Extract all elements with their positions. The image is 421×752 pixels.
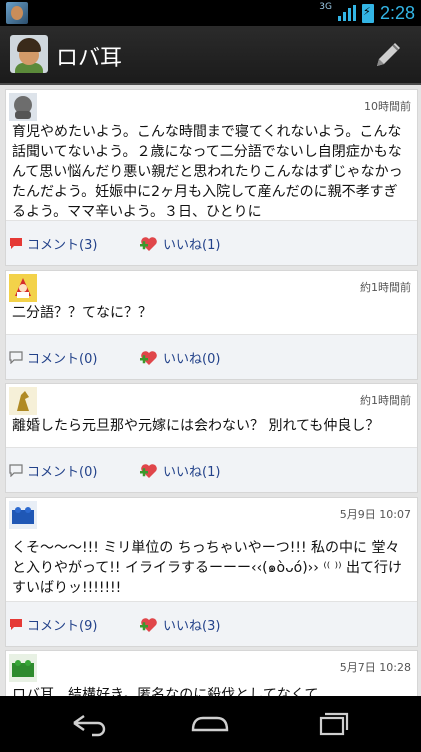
comment-red-icon bbox=[10, 238, 22, 249]
post-card[interactable]: 約1時間前 離婚したら元旦那や元嫁には会わない？ 別れても仲良し？ コメント(0… bbox=[5, 383, 418, 493]
like-button[interactable]: いいね(3) bbox=[139, 615, 220, 634]
status-clock: 2:28 bbox=[379, 2, 415, 23]
navigation-bar bbox=[0, 696, 421, 752]
notification-avatar-icon bbox=[6, 2, 28, 24]
heart-plus-icon bbox=[140, 463, 157, 478]
like-count: いいね(1) bbox=[163, 465, 221, 480]
heart-plus-icon bbox=[140, 350, 157, 365]
comment-button[interactable]: コメント(3) bbox=[9, 234, 97, 253]
recent-apps-icon[interactable] bbox=[309, 708, 355, 738]
like-button[interactable]: いいね(1) bbox=[139, 461, 220, 480]
heart-plus-icon bbox=[140, 236, 157, 251]
user-avatar-icon bbox=[9, 501, 37, 529]
like-count: いいね(1) bbox=[163, 238, 221, 253]
post-time: 5月9日 10:07 bbox=[339, 508, 411, 521]
comment-count: コメント(3) bbox=[27, 238, 98, 253]
like-button[interactable]: いいね(1) bbox=[139, 234, 220, 253]
post-card[interactable]: 約1時間前 二分語？？てなに？？ コメント(0) いいね(0) bbox=[5, 270, 418, 380]
network-type: 3G bbox=[319, 2, 332, 12]
post-card[interactable]: 5月7日 10:28 ロバ耳、結構好き。匿名なのに殺伐としてなくて bbox=[5, 650, 418, 696]
post-text: 育児やめたいよう。こんな時間まで寝てくれないよう。こんな話聞いてないよう。２歳に… bbox=[12, 124, 403, 220]
post-text: くそ〜〜〜!!! ミリ単位の ちっちゃいやーつ!!! 私の中に 堂々と入りやがっ… bbox=[12, 540, 402, 596]
app-avatar-icon[interactable] bbox=[10, 35, 48, 73]
post-list[interactable]: 10時間前 育児やめたいよう。こんな時間まで寝てくれないよう。こんな話聞いてない… bbox=[0, 86, 421, 696]
signal-icon bbox=[337, 5, 356, 21]
like-button[interactable]: いいね(0) bbox=[139, 348, 220, 367]
comment-button[interactable]: コメント(0) bbox=[9, 348, 97, 367]
battery-charging-icon bbox=[361, 3, 374, 23]
like-count: いいね(3) bbox=[163, 619, 221, 634]
comment-outline-icon bbox=[9, 464, 23, 477]
comment-button[interactable]: コメント(0) bbox=[9, 461, 97, 480]
back-icon[interactable] bbox=[66, 708, 112, 738]
comment-count: コメント(9) bbox=[27, 619, 98, 634]
post-time: 10時間前 bbox=[364, 100, 411, 113]
post-time: 5月7日 10:28 bbox=[339, 661, 411, 674]
user-avatar-icon bbox=[9, 387, 37, 415]
home-icon[interactable] bbox=[187, 708, 233, 738]
action-bar: ロバ耳 bbox=[0, 26, 421, 85]
compose-pencil-icon[interactable] bbox=[371, 38, 405, 72]
comment-count: コメント(0) bbox=[27, 465, 98, 480]
user-avatar-icon bbox=[9, 93, 37, 121]
app-title: ロバ耳 bbox=[56, 46, 123, 71]
post-text: 二分語？？てなに？？ bbox=[12, 305, 152, 321]
comment-outline-icon bbox=[9, 351, 23, 364]
post-time: 約1時間前 bbox=[360, 281, 411, 294]
post-text: ロバ耳、結構好き。匿名なのに殺伐としてなくて bbox=[12, 687, 319, 696]
post-time: 約1時間前 bbox=[360, 394, 411, 407]
comment-count: コメント(0) bbox=[27, 352, 98, 367]
status-bar: 3G 2:28 bbox=[0, 0, 421, 26]
like-count: いいね(0) bbox=[163, 352, 221, 367]
comment-red-icon bbox=[10, 619, 22, 630]
comment-button[interactable]: コメント(9) bbox=[9, 615, 97, 634]
heart-plus-icon bbox=[140, 617, 157, 632]
user-avatar-icon bbox=[9, 654, 37, 682]
post-card[interactable]: 5月9日 10:07 くそ〜〜〜!!! ミリ単位の ちっちゃいやーつ!!! 私の… bbox=[5, 497, 418, 647]
user-avatar-icon bbox=[9, 274, 37, 302]
post-card[interactable]: 10時間前 育児やめたいよう。こんな時間まで寝てくれないよう。こんな話聞いてない… bbox=[5, 89, 418, 266]
post-text: 離婚したら元旦那や元嫁には会わない？ 別れても仲良し？ bbox=[12, 418, 380, 434]
